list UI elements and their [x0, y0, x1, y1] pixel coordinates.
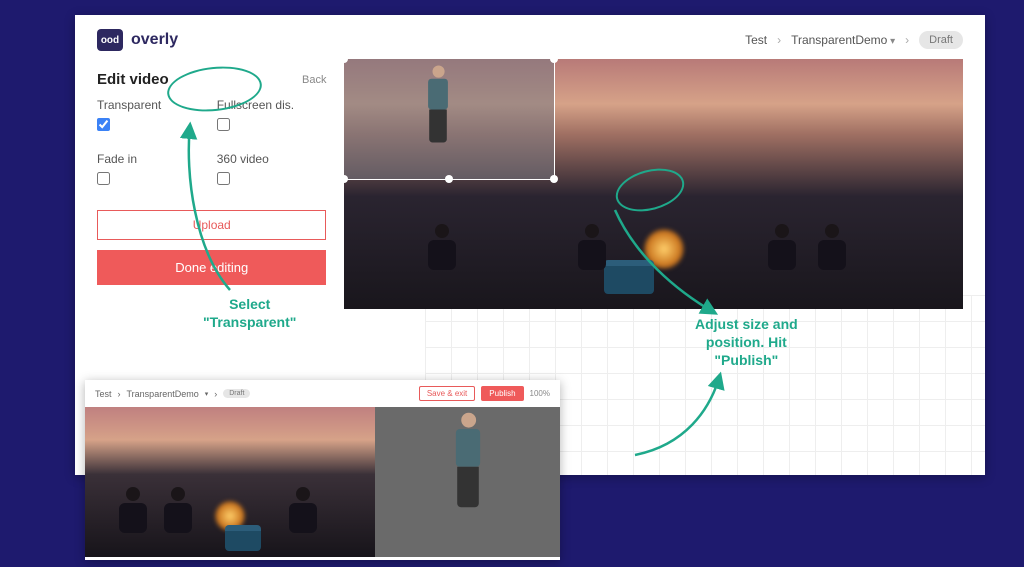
canvas-row: ⟲⟳: [85, 407, 560, 557]
option-label: Fullscreen dis.: [217, 98, 327, 112]
option-label: 360 video: [217, 152, 327, 166]
brand-logo-icon: ood: [97, 29, 123, 51]
option-fadein: Fade in: [97, 152, 207, 188]
overlay-person: [449, 413, 487, 508]
overlay-thumbnail[interactable]: [375, 407, 560, 557]
breadcrumb-scene[interactable]: TransparentDemo: [127, 389, 199, 399]
scene-person: [160, 487, 196, 537]
brand-name: overly: [131, 31, 178, 49]
resize-handle[interactable]: [344, 175, 348, 183]
resize-handle[interactable]: [445, 175, 453, 183]
breadcrumb-project[interactable]: Test: [95, 389, 112, 399]
scene-person: [285, 487, 321, 537]
scene-person: [424, 224, 460, 274]
breadcrumb: Test › TransparentDemo▾ › Draft: [95, 389, 250, 399]
brand: ood overly: [97, 29, 178, 51]
chevron-right-icon: ›: [905, 33, 909, 47]
save-exit-button[interactable]: Save & exit: [419, 386, 475, 401]
annotation-text: Adjust size and position. Hit "Publish": [695, 315, 798, 370]
fullscreen-checkbox[interactable]: [217, 118, 230, 131]
fadein-checkbox[interactable]: [97, 172, 110, 185]
annotation-text: Select "Transparent": [203, 295, 296, 331]
option-360: 360 video: [217, 152, 327, 188]
video360-checkbox[interactable]: [217, 172, 230, 185]
option-label: Fade in: [97, 152, 207, 166]
scene-cooler: [604, 260, 654, 294]
resize-handle[interactable]: [550, 175, 558, 183]
transparent-checkbox[interactable]: [97, 118, 110, 131]
overlay-person: [423, 66, 454, 143]
breadcrumb: Test › TransparentDemo › Draft: [745, 31, 963, 49]
video-overlay-selection[interactable]: ⟲⟳ ✕: [344, 59, 554, 179]
zoom-indicator[interactable]: 100%: [530, 389, 550, 398]
option-label: Transparent: [97, 98, 207, 112]
publish-button[interactable]: Publish: [481, 386, 523, 401]
scene-cooler: [225, 525, 261, 551]
chevron-right-icon: ›: [118, 389, 121, 399]
canvas-preview[interactable]: ⟲⟳ ✕: [344, 59, 963, 309]
breadcrumb-scene[interactable]: TransparentDemo: [791, 33, 895, 47]
panel-title: Edit video: [97, 71, 169, 88]
scene-person: [764, 224, 800, 274]
chevron-right-icon: ›: [777, 33, 781, 47]
chevron-right-icon: ›: [214, 389, 217, 399]
work-area: Edit video Back Transparent Fullscreen d…: [75, 61, 985, 309]
breadcrumb-project[interactable]: Test: [745, 33, 767, 47]
upload-button[interactable]: Upload: [97, 210, 326, 240]
publish-window: Test › TransparentDemo▾ › Draft Save & e…: [85, 380, 560, 560]
scene-person: [574, 224, 610, 274]
scene-person: [115, 487, 151, 537]
scene-person: [814, 224, 850, 274]
resize-handle[interactable]: [550, 59, 558, 63]
done-editing-button[interactable]: Done editing: [97, 250, 326, 285]
status-badge: Draft: [223, 389, 250, 398]
edit-video-panel: Edit video Back Transparent Fullscreen d…: [97, 61, 326, 309]
back-link[interactable]: Back: [302, 74, 326, 86]
top-bar: ood overly Test › TransparentDemo › Draf…: [75, 15, 985, 61]
scene-thumbnail[interactable]: ⟲⟳: [85, 407, 375, 557]
top-bar: Test › TransparentDemo▾ › Draft Save & e…: [85, 380, 560, 407]
status-badge: Draft: [919, 31, 963, 49]
option-transparent: Transparent: [97, 98, 207, 134]
option-fullscreen: Fullscreen dis.: [217, 98, 327, 134]
resize-handle[interactable]: [344, 59, 348, 63]
